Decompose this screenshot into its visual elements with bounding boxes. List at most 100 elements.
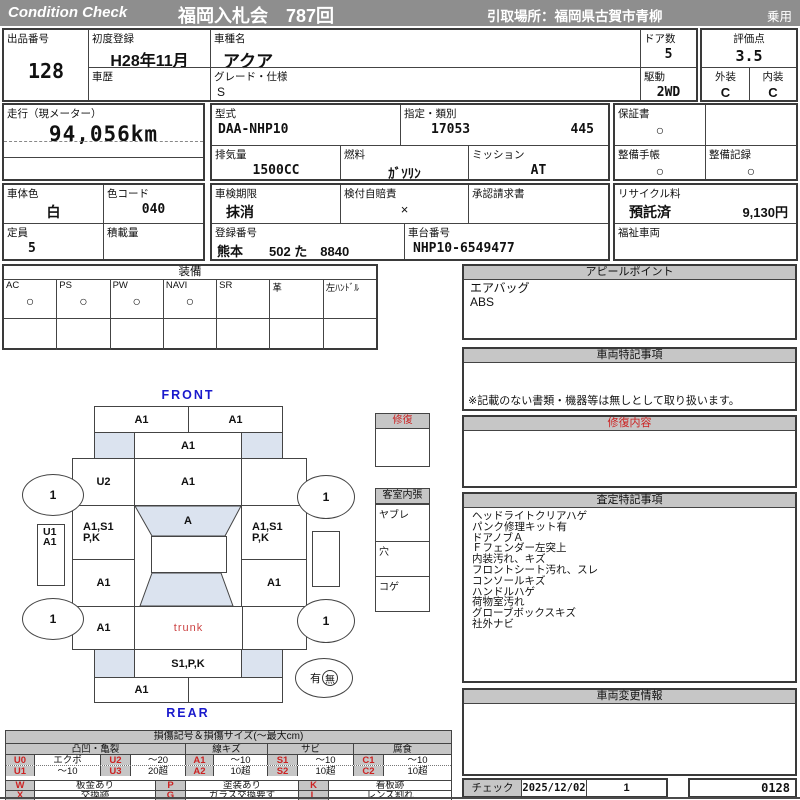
model-code-cell: 型式 DAA-NHP10 [212,105,400,145]
legend-group: サビ [267,744,353,754]
class-number-label: 指定・類別 [404,108,457,120]
service-book-label: 整備手帳 [618,149,660,161]
class-number-value2: 445 [570,122,594,137]
equipment-label: 革 [272,283,282,294]
exterior-grade-label: 外装 [715,71,736,83]
legend-desc: 板金あり [34,781,155,790]
diagram-panel-sill-left: U1 A1 [37,524,65,586]
warranty-cell: 保証書 ○ [615,105,705,145]
equipment-cell-ac: AC ○ [4,280,56,318]
diagram-panel-rear-corner-left [94,649,135,678]
interior-grade-value: C [768,85,778,100]
diagram-rear-window-shape [139,572,234,607]
service-book-value: ○ [655,163,665,179]
legend-desc: 10超 [213,766,267,776]
auction-condition-sheet: Condition Check 福岡入札会 787回 引取場所：福岡県古賀市青柳… [0,0,800,800]
check-row: チェック 2025/12/02 1 [462,778,668,798]
inspection-cell: 車検期限 抹消 [212,185,340,223]
approval-cell: 承認請求書 [468,185,608,223]
model-name-cell: 車種名 アクア [210,30,640,71]
recycle-cell: リサイクル料 預託済 9,130円 [615,185,796,223]
appeal-points-body: エアバッグ ABS [464,280,795,310]
spare-no-label-circled: 無 [322,670,338,686]
doors-cell: ドア数 5 [640,30,696,67]
legend-code: K [298,781,328,790]
equipment-empty-cell [216,319,269,350]
assessment-notes-title: 査定特記事項 [464,494,795,508]
legend-code: S2 [267,766,297,776]
legend-code: P [155,781,185,790]
model-name-label: 車種名 [214,33,246,45]
score-box: 評価点 3.5 外装 C 内装 C [700,28,798,102]
score-label: 評価点 [733,33,765,45]
equipment-empty-cell [269,319,322,350]
warranty-label: 保証書 [618,108,650,120]
assessment-line: コンソールキズ [472,574,546,587]
change-info-title: 車両変更情報 [464,690,795,704]
warranty-value: ○ [655,122,665,138]
repair-mark-box: 修復 [375,413,430,467]
body-color-value: 白 [46,204,61,220]
equipment-cell-ps: PS ○ [56,280,109,318]
page-bottom-rule [0,797,800,799]
diagram-panel-rear-bumper-right [188,677,283,703]
welfare-label: 福祉車両 [618,227,660,239]
diagram-panel-cowl: A1 [134,458,242,506]
check-label: チェック [464,780,522,796]
class-number-value1: 17053 [431,122,471,137]
transmission-value: AT [530,163,547,178]
assessment-line: 社外ナビ [472,617,514,630]
lot-number-cell: 出品番号 128 [4,30,88,100]
interior-grade-label: 内装 [762,71,784,83]
diagram-front-label: FRONT [161,388,215,402]
capacity-label: 定員 [7,227,28,239]
capacity-value: 5 [28,241,36,256]
vehicle-notes-body: ※記載のない書類・機器等は無しとして取り扱います。 [464,363,795,410]
equipment-mark: ○ [25,293,35,309]
recycle-label: リサイクル料 [618,188,681,200]
header-bar: Condition Check 福岡入札会 787回 引取場所：福岡県古賀市青柳… [0,0,800,26]
vehicle-notes-disclaimer: ※記載のない書類・機器等は無しとして取り扱います。 [468,395,740,407]
legend-desc: 〜10 [383,755,451,765]
equipment-mark: ○ [132,293,141,309]
equipment-title: 装備 [4,266,376,280]
inspection-value: 抹消 [226,204,254,220]
equipment-label: PW [112,280,128,291]
score-value: 3.5 [735,47,763,65]
equipment-label: NAVI [165,280,188,291]
diagram-panel-rear-door-left: A1 [72,559,135,607]
legend-desc: 〜10 [34,766,100,776]
assessment-line: グローブボックスキズ [472,607,577,620]
capacity-cell: 定員 5 [4,223,103,259]
equipment-empty-row [4,319,376,350]
brand-logo: Condition Check [8,4,128,21]
color-code-value: 040 [141,202,166,217]
diagram-panel-roof [151,536,227,573]
diagram-panel-rear-corner-right [241,649,283,678]
equipment-row: AC ○ PS ○ PW ○ NAVI ○ SR 革 左ﾊﾝﾄﾞﾙ [4,280,376,319]
assessment-line: パンク修理キット有 [472,520,568,533]
empty-cell [705,105,796,145]
grade-label: グレード・仕様 [214,71,288,83]
diagram-panel-label: A1,S1 [83,520,114,533]
divider-line [4,141,203,142]
body-color-cell: 車体色 白 [4,185,103,223]
appeal-line: ABS [470,295,495,309]
color-code-label: 色コード [107,188,149,200]
displacement-label: 排気量 [215,149,247,161]
fuel-cell: 燃料 ｶﾞｿﾘﾝ [340,145,468,181]
equipment-empty-cell [162,319,216,350]
auction-title: 福岡入札会 787回 [178,6,335,26]
grade-cell: グレード・仕様 S [210,67,640,100]
assessment-notes-body: ヘッドライトクリアハゲ パンク修理キット有 ドアノブＡ Ｆフェンダー左突上 内装… [464,508,795,630]
recycle-values: 預託済 9,130円 [615,202,796,222]
vehicle-id-box: 出品番号 128 初度登録 H28年11月 車歴 車種名 アクア グレード・仕様… [2,28,698,102]
equipment-empty-cell [56,319,109,350]
legend-desc: 20超 [130,766,185,776]
payload-label: 積載量 [107,227,139,239]
mileage-label: 走行（現メーター） [7,108,102,120]
recycle-status: 預託済 [629,204,671,220]
legend-desc: 〜10 [213,755,267,765]
diagram-spare-tire-indicator: 有 無 [295,658,353,698]
legend-code: C1 [353,755,383,765]
